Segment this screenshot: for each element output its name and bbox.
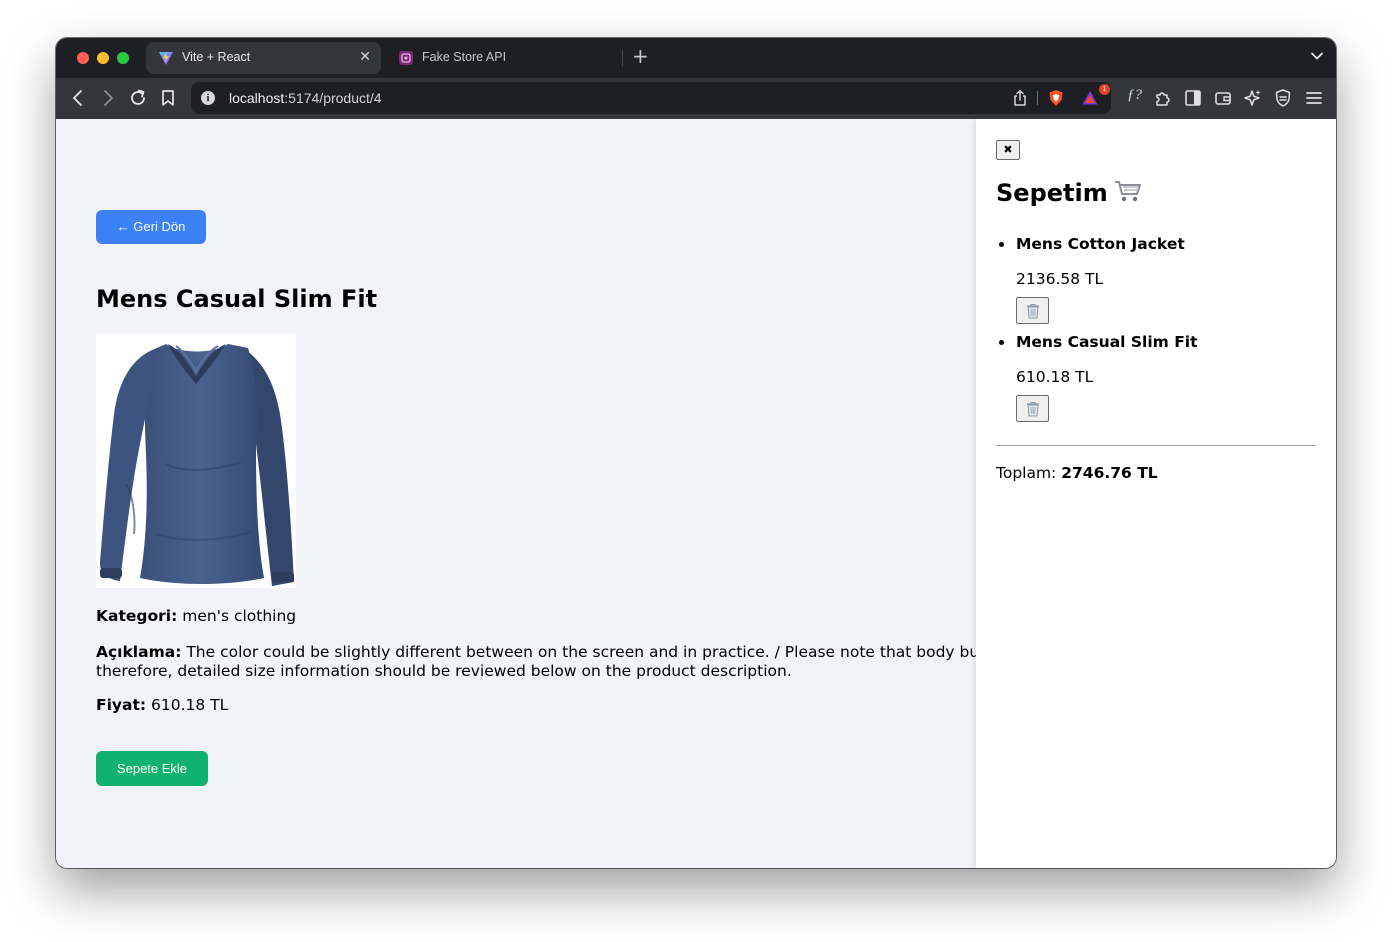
description-paragraph: Açıklama: The color could be slightly di… bbox=[96, 643, 976, 681]
tab-vite-react[interactable]: Vite + React ✕ bbox=[146, 42, 381, 74]
category-label: Kategori: bbox=[96, 607, 178, 625]
remove-item-button[interactable] bbox=[1016, 395, 1049, 422]
vpn-shield-icon[interactable] bbox=[1273, 88, 1293, 108]
tab-title: Fake Store API bbox=[422, 50, 507, 64]
description-label: Açıklama: bbox=[96, 643, 182, 661]
page-content: ← Geri Dön Mens Casual Slim Fit Kategori… bbox=[56, 119, 1336, 868]
bookmark-icon[interactable] bbox=[158, 88, 178, 108]
price-label: Fiyat: bbox=[96, 696, 147, 714]
close-window-button[interactable] bbox=[77, 52, 89, 64]
tab-fake-store-api[interactable]: Fake Store API bbox=[386, 42, 621, 74]
cart-title-text: Sepetim bbox=[996, 179, 1108, 207]
cart-item-name: Mens Cotton Jacket bbox=[1016, 235, 1185, 253]
total-value: 2746.76 TL bbox=[1061, 464, 1158, 482]
price-value: 610.18 TL bbox=[151, 696, 229, 714]
leo-ai-icon[interactable] bbox=[1243, 88, 1263, 108]
tab-divider bbox=[622, 50, 623, 66]
new-tab-icon[interactable]: + bbox=[632, 46, 649, 66]
fake-store-api-icon bbox=[399, 51, 413, 65]
browser-toolbar: i localhost:5174/product/4 1 ƒ? bbox=[56, 78, 1336, 119]
site-info-icon[interactable]: i bbox=[201, 91, 215, 105]
list-bullet bbox=[999, 340, 1004, 345]
notification-badge: 1 bbox=[1099, 84, 1110, 95]
browser-window: Vite + React ✕ Fake Store API + i localh… bbox=[56, 38, 1336, 868]
tab-title: Vite + React bbox=[182, 50, 251, 64]
cart-item-price: 2136.58 TL bbox=[1016, 270, 1104, 288]
reload-icon[interactable] bbox=[128, 88, 148, 108]
cart-title: Sepetim bbox=[996, 179, 1142, 207]
maximize-window-button[interactable] bbox=[117, 52, 129, 64]
cart-divider bbox=[996, 445, 1316, 446]
brave-shields-icon[interactable] bbox=[1047, 89, 1065, 107]
category-value: men's clothing bbox=[182, 607, 297, 625]
category-line: Kategori: men's clothing bbox=[96, 607, 296, 625]
back-icon[interactable] bbox=[68, 88, 88, 108]
back-button[interactable]: ← Geri Dön bbox=[96, 210, 206, 244]
formula-icon[interactable]: ƒ? bbox=[1127, 87, 1147, 107]
sidebar-toggle-icon[interactable] bbox=[1183, 88, 1203, 108]
cart-item-name: Mens Casual Slim Fit bbox=[1016, 333, 1198, 351]
trash-icon bbox=[1027, 303, 1039, 319]
list-bullet bbox=[999, 242, 1004, 247]
product-title: Mens Casual Slim Fit bbox=[96, 285, 378, 313]
wallet-icon[interactable] bbox=[1213, 88, 1233, 108]
menu-icon[interactable] bbox=[1304, 88, 1324, 108]
address-bar[interactable]: i localhost:5174/product/4 1 bbox=[191, 82, 1111, 114]
total-label: Toplam: bbox=[996, 464, 1057, 482]
cart-item-price: 610.18 TL bbox=[1016, 368, 1094, 386]
brave-rewards-icon[interactable] bbox=[1081, 89, 1099, 107]
shirt-image bbox=[99, 344, 294, 586]
minimize-window-button[interactable] bbox=[97, 52, 109, 64]
remove-item-button[interactable] bbox=[1016, 297, 1049, 324]
vite-logo-icon bbox=[159, 51, 173, 65]
close-cart-button[interactable]: ✖ bbox=[996, 140, 1020, 160]
product-detail: ← Geri Dön Mens Casual Slim Fit Kategori… bbox=[56, 119, 976, 868]
trash-icon bbox=[1027, 401, 1039, 417]
description-text: The color could be slightly different be… bbox=[96, 643, 976, 680]
url-host: localhost bbox=[229, 90, 285, 106]
chevron-down-icon[interactable] bbox=[1310, 49, 1324, 63]
address-divider bbox=[1037, 91, 1038, 105]
cart-panel: ✖ Sepetim Mens Cotton Jacket 2136.58 TL bbox=[976, 119, 1336, 868]
forward-icon[interactable] bbox=[98, 88, 118, 108]
close-tab-icon[interactable]: ✕ bbox=[359, 48, 371, 65]
url-path: :5174/product/4 bbox=[284, 90, 382, 106]
share-icon[interactable] bbox=[1011, 89, 1029, 107]
shopping-cart-icon bbox=[1114, 181, 1141, 202]
extensions-icon[interactable] bbox=[1153, 88, 1173, 108]
url-text[interactable]: localhost:5174/product/4 bbox=[229, 90, 382, 106]
product-image bbox=[96, 334, 296, 588]
price-line: Fiyat: 610.18 TL bbox=[96, 696, 228, 714]
cart-total: Toplam: 2746.76 TL bbox=[996, 464, 1158, 482]
tab-strip: Vite + React ✕ Fake Store API + bbox=[56, 38, 1336, 78]
add-to-cart-button[interactable]: Sepete Ekle bbox=[96, 751, 208, 786]
